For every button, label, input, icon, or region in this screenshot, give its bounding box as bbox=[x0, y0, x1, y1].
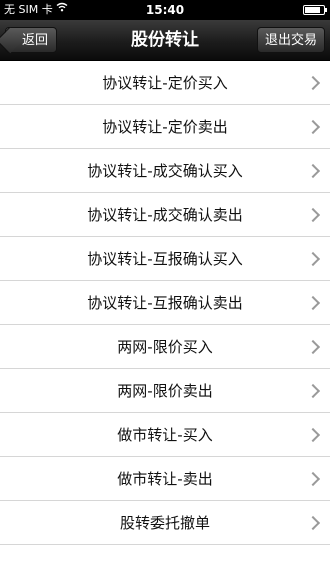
list-item-label: 做市转让-卖出 bbox=[117, 470, 213, 488]
chevron-right-icon bbox=[305, 119, 321, 134]
list-item-label: 协议转让-互报确认卖出 bbox=[87, 294, 243, 312]
list-item-label: 协议转让-成交确认买入 bbox=[87, 162, 243, 180]
list-item-label: 协议转让-定价卖出 bbox=[102, 118, 228, 136]
list-item-label: 两网-限价卖出 bbox=[117, 382, 213, 400]
battery-icon bbox=[303, 5, 327, 15]
exit-trade-button[interactable]: 退出交易 bbox=[256, 27, 325, 53]
list-item[interactable]: 做市转让-卖出 bbox=[0, 457, 330, 501]
list-item[interactable]: 协议转让-互报确认卖出 bbox=[0, 281, 330, 325]
status-bar: 无 SIM 卡 15:40 bbox=[0, 0, 330, 20]
list-item[interactable]: 协议转让-定价卖出 bbox=[0, 105, 330, 149]
list-item[interactable]: 股转委托撤单 bbox=[0, 501, 330, 545]
list-item[interactable]: 两网-限价买入 bbox=[0, 325, 330, 369]
list-item-label: 做市转让-买入 bbox=[117, 426, 213, 444]
battery-fill bbox=[305, 7, 320, 13]
list-item-label: 两网-限价买入 bbox=[117, 338, 213, 356]
chevron-right-icon bbox=[305, 427, 321, 442]
list-item[interactable]: 两网-限价卖出 bbox=[0, 369, 330, 413]
chevron-right-icon bbox=[305, 163, 321, 178]
chevron-right-icon bbox=[305, 471, 321, 486]
list-item[interactable]: 协议转让-定价买入 bbox=[0, 61, 330, 105]
list-item-label: 协议转让-定价买入 bbox=[102, 74, 228, 92]
list-item-label: 协议转让-成交确认卖出 bbox=[87, 206, 243, 224]
back-button[interactable]: 返回 bbox=[5, 27, 58, 53]
chevron-right-icon bbox=[305, 515, 321, 530]
list-item[interactable]: 协议转让-成交确认卖出 bbox=[0, 193, 330, 237]
navigation-bar: 返回 股份转让 退出交易 bbox=[0, 20, 330, 61]
chevron-right-icon bbox=[305, 207, 321, 222]
status-time: 15:40 bbox=[145, 3, 185, 17]
chevron-right-icon bbox=[305, 75, 321, 90]
chevron-right-icon bbox=[305, 339, 321, 354]
list-item[interactable]: 协议转让-成交确认买入 bbox=[0, 149, 330, 193]
menu-list: 协议转让-定价买入 协议转让-定价卖出 协议转让-成交确认买入 协议转让-成交确… bbox=[0, 61, 330, 545]
chevron-right-icon bbox=[305, 383, 321, 398]
list-item-label: 股转委托撤单 bbox=[119, 514, 210, 532]
list-item[interactable]: 做市转让-买入 bbox=[0, 413, 330, 457]
chevron-right-icon bbox=[305, 295, 321, 310]
list-item-label: 协议转让-互报确认买入 bbox=[87, 250, 243, 268]
chevron-right-icon bbox=[305, 251, 321, 266]
list-item[interactable]: 协议转让-互报确认买入 bbox=[0, 237, 330, 281]
